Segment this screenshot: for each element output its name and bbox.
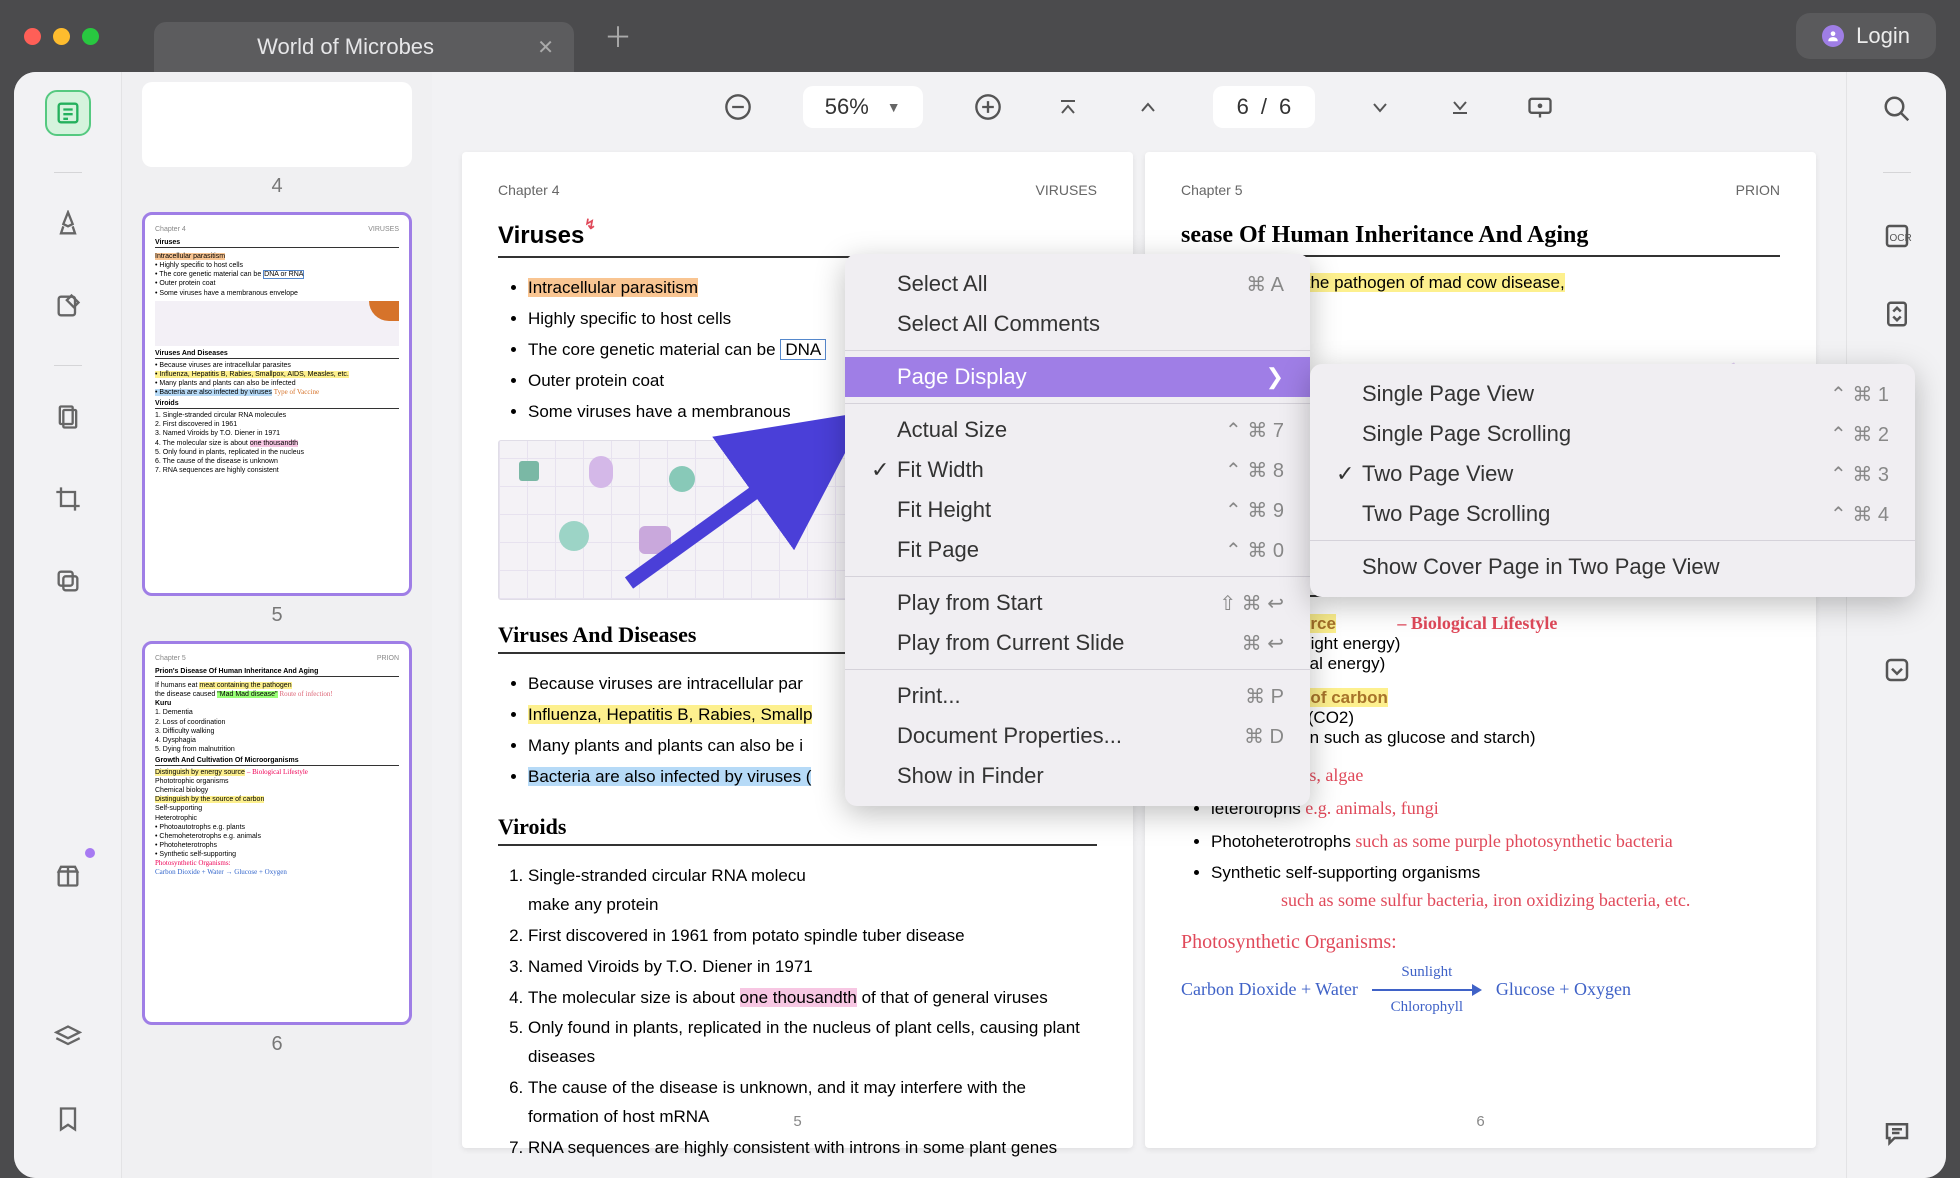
menu-document-properties[interactable]: Document Properties...⌘ D [845,716,1310,756]
presentation-button[interactable] [1525,92,1555,122]
separator [845,576,1310,577]
gift-icon[interactable] [45,852,91,898]
submenu-show-cover-page[interactable]: Show Cover Page in Two Page View [1310,547,1915,587]
bookmark-icon[interactable] [45,1096,91,1142]
top-controls: 56% ▼ 6 / 6 [432,72,1846,142]
thumbnail-page-5[interactable]: Chapter 4 VIRUSES Viruses Intracellular … [142,212,412,596]
pages-tool-icon[interactable] [45,394,91,440]
page-number: 5 [793,1113,801,1130]
layers-tool-icon[interactable] [45,558,91,604]
separator [845,669,1310,670]
crop-tool-icon[interactable] [45,476,91,522]
submenu-two-page-view[interactable]: ✓Two Page View⌃ ⌘ 3 [1310,454,1915,494]
menu-select-all[interactable]: Select All⌘ A [845,264,1310,304]
submenu-single-page-view[interactable]: Single Page View⌃ ⌘ 1 [1310,374,1915,414]
comments-icon[interactable] [1882,1118,1912,1148]
separator [845,403,1310,404]
thumbnail-number: 6 [142,1033,412,1056]
separator [1310,540,1915,541]
page-number: 6 [1476,1113,1484,1130]
title-bar: World of Microbes ✕ ＋ Login [0,0,1960,72]
zoom-value: 56% [825,94,869,120]
login-label: Login [1856,23,1910,49]
thumbnail-page-4[interactable] [142,82,412,167]
arrow-icon [1372,981,1482,999]
photosynthesis-diagram: Carbon Dioxide + Water Sunlight Chloroph… [1181,964,1780,1016]
first-page-button[interactable] [1053,92,1083,122]
zoom-level-dropdown[interactable]: 56% ▼ [803,86,923,128]
close-window-icon[interactable] [24,28,41,45]
chevron-down-icon: ▼ [887,99,901,115]
diagram-title: Photosynthetic Organisms: [1181,931,1780,954]
highlight-tool-icon[interactable] [45,201,91,247]
menu-page-display[interactable]: Page Display❯ [845,357,1310,397]
annotate-tool-icon[interactable] [45,283,91,329]
separator [845,350,1310,351]
export-icon[interactable] [1882,655,1912,685]
page-display-submenu: Single Page View⌃ ⌘ 1 Single Page Scroll… [1310,364,1915,597]
search-icon[interactable] [1882,94,1912,124]
menu-play-from-current[interactable]: Play from Current Slide⌘ ↩ [845,623,1310,663]
document-tab[interactable]: World of Microbes ✕ [154,22,574,72]
reader-mode-icon[interactable] [45,90,91,136]
context-menu: Select All⌘ A Select All Comments Page D… [845,254,1310,806]
total-pages: 6 [1279,94,1291,120]
svg-text:OCR: OCR [1889,233,1911,244]
left-toolbar [14,72,122,1178]
menu-fit-height[interactable]: Fit Height⌃ ⌘ 9 [845,490,1310,530]
window-controls [24,28,99,45]
submenu-two-page-scrolling[interactable]: Two Page Scrolling⌃ ⌘ 4 [1310,494,1915,534]
last-page-button[interactable] [1445,92,1475,122]
menu-print[interactable]: Print...⌘ P [845,676,1310,716]
menu-fit-page[interactable]: Fit Page⌃ ⌘ 0 [845,530,1310,570]
menu-show-in-finder[interactable]: Show in Finder [845,756,1310,796]
maximize-window-icon[interactable] [82,28,99,45]
separator [54,172,82,173]
login-button[interactable]: Login [1796,13,1936,59]
convert-icon[interactable] [1882,299,1912,329]
zoom-out-button[interactable] [723,92,753,122]
separator [1883,172,1911,173]
right-toolbar: OCR [1846,72,1946,1178]
new-tab-button[interactable]: ＋ [604,16,632,56]
chevron-right-icon: ❯ [1266,364,1284,390]
thumbnail-page-6[interactable]: Chapter 5 PRION Prion's Disease Of Human… [142,641,412,1025]
stack-icon[interactable] [45,1014,91,1060]
next-page-button[interactable] [1365,92,1395,122]
heading-prion: sease Of Human Inheritance And Aging [1181,222,1780,257]
submenu-single-page-scrolling[interactable]: Single Page Scrolling⌃ ⌘ 2 [1310,414,1915,454]
menu-play-from-start[interactable]: Play from Start⇧ ⌘ ↩ [845,583,1310,623]
thumbnails-panel: 4 Chapter 4 VIRUSES Viruses Intracellula… [122,72,432,1178]
tab-title: World of Microbes [174,34,517,60]
thumbnail-number: 5 [142,604,412,627]
menu-actual-size[interactable]: Actual Size⌃ ⌘ 7 [845,410,1310,450]
minimize-window-icon[interactable] [53,28,70,45]
prev-page-button[interactable] [1133,92,1163,122]
thumbnail-number: 4 [142,175,412,198]
user-avatar-icon [1822,25,1844,47]
separator [54,365,82,366]
page-indicator[interactable]: 6 / 6 [1213,86,1316,128]
heading-viruses: Viruses↯ [498,222,1097,258]
heading-viroids: Viroids [498,814,1097,846]
current-page: 6 [1237,94,1249,120]
menu-fit-width[interactable]: ✓Fit Width⌃ ⌘ 8 [845,450,1310,490]
close-tab-icon[interactable]: ✕ [537,35,554,60]
ocr-icon[interactable]: OCR [1882,221,1912,251]
zoom-in-button[interactable] [973,92,1003,122]
menu-select-all-comments[interactable]: Select All Comments [845,304,1310,344]
